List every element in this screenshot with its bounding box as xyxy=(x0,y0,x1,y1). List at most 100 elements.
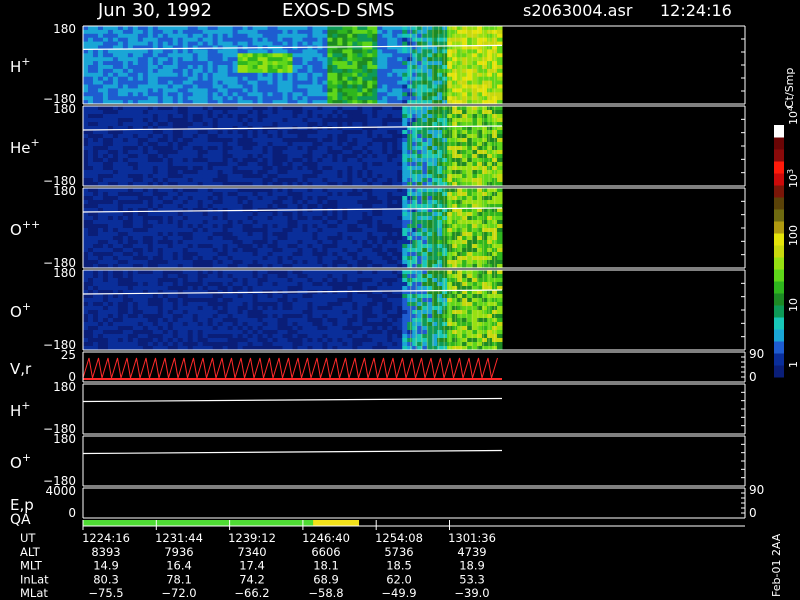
spectrogram-cell xyxy=(132,192,139,197)
spectrogram-cell xyxy=(352,256,358,261)
spectrogram-cell xyxy=(407,76,413,82)
spectrogram-cell xyxy=(147,68,154,74)
spectrogram-cell xyxy=(127,252,134,257)
spectrogram-cell xyxy=(217,248,224,253)
spectrogram-cell xyxy=(197,33,204,39)
spectrogram-cell xyxy=(112,92,119,97)
spectrogram-cell xyxy=(457,256,463,261)
spectrogram-cell xyxy=(357,72,363,78)
spectrogram-cell xyxy=(267,220,274,225)
spectrogram-cell xyxy=(297,41,303,46)
spectrogram-cell xyxy=(102,130,109,135)
spectrogram-cell xyxy=(387,76,393,82)
spectrogram-cell xyxy=(272,130,279,135)
spectrogram-cell xyxy=(102,26,109,31)
spectrogram-cell xyxy=(312,240,318,245)
spectrogram-cell xyxy=(137,80,144,85)
spectrogram-cell xyxy=(382,92,388,97)
spectrogram-cell xyxy=(87,154,94,159)
spectrogram-cell xyxy=(97,84,104,89)
spectrogram-cell xyxy=(367,76,373,82)
spectrogram-cell xyxy=(377,41,383,46)
spectrogram-cell xyxy=(137,57,144,62)
spectrogram-cell xyxy=(152,192,159,197)
spectrogram-cell xyxy=(97,41,104,46)
spectrogram-cell xyxy=(267,178,274,183)
spectrogram-cell xyxy=(497,106,503,111)
spectrogram-cell xyxy=(147,260,154,265)
spectrogram-cell xyxy=(182,76,189,82)
spectrogram-cell xyxy=(362,150,368,155)
spectrogram-cell xyxy=(87,37,94,43)
spectrogram-cell xyxy=(267,118,274,123)
spectrogram-cell xyxy=(322,150,328,155)
spectrogram-cell xyxy=(157,88,164,93)
spectrogram-cell xyxy=(312,53,318,58)
spectrogram-cell xyxy=(237,200,244,205)
spectrogram-cell xyxy=(202,57,209,62)
spectrogram-cell xyxy=(167,106,174,111)
spectrogram-cell xyxy=(272,192,279,197)
spectrogram-cell xyxy=(172,49,179,54)
spectrogram-cell xyxy=(222,88,229,93)
spectrogram-cell xyxy=(237,26,244,31)
spectrogram-cell xyxy=(222,244,229,249)
spectrogram-cell xyxy=(252,26,259,31)
spectrogram-cell xyxy=(322,61,328,66)
spectrogram-cell xyxy=(347,53,353,58)
spectrogram-cell xyxy=(117,244,124,249)
spectrogram-cell xyxy=(92,49,99,54)
spectrogram-cell xyxy=(337,88,343,93)
spectrogram-cell xyxy=(392,188,398,193)
spectrogram-cell xyxy=(132,220,139,225)
spectrogram-cell xyxy=(437,65,443,70)
spectrogram-cell xyxy=(187,192,194,197)
spectrogram-cell xyxy=(402,216,408,221)
spectrogram-cell xyxy=(457,29,463,35)
spectrogram-cell xyxy=(287,29,293,35)
spectrogram-cell xyxy=(357,150,363,155)
spectrogram-cell xyxy=(102,92,109,97)
spectrogram-cell xyxy=(267,57,274,62)
spectrogram-cell xyxy=(187,224,194,229)
spectrogram-cell xyxy=(327,248,333,253)
spectrogram-cell xyxy=(92,76,99,82)
spectrogram-cell xyxy=(247,252,254,257)
spectrogram-cell xyxy=(192,37,199,43)
spectrogram-cell xyxy=(147,110,154,115)
spectrogram-cell xyxy=(387,72,393,78)
spectrogram-cell xyxy=(407,228,413,233)
spectrogram-cell xyxy=(437,216,443,221)
spectrogram-cell xyxy=(367,256,373,261)
spectrogram-cell xyxy=(272,33,279,39)
y-axis-max: 180 xyxy=(53,22,76,36)
spectrogram-cell xyxy=(177,61,184,66)
spectrogram-cell xyxy=(272,150,279,155)
spectrogram-cell xyxy=(132,118,139,123)
spectrogram-cell xyxy=(197,220,204,225)
spectrogram-cell xyxy=(397,188,403,193)
spectrogram-cell xyxy=(222,142,229,147)
spectrogram-cell xyxy=(177,244,184,249)
spectrogram-cell xyxy=(227,154,234,159)
spectrogram-cell xyxy=(202,61,209,66)
spectrogram-cell xyxy=(227,96,234,101)
spectrogram-cell xyxy=(167,154,174,159)
spectrogram-cell xyxy=(192,142,199,147)
spectrogram-cell xyxy=(497,138,503,143)
spectrogram-cell xyxy=(202,232,209,237)
spectrogram-cell xyxy=(117,236,124,241)
spectrogram-cell xyxy=(407,178,413,183)
spectrogram-cell xyxy=(197,166,204,171)
spectrogram-cell xyxy=(97,33,104,39)
spectrogram-cell xyxy=(242,122,249,127)
spectrogram-cell xyxy=(302,80,308,85)
spectrogram-cell xyxy=(457,232,463,237)
spectrogram-cell xyxy=(312,130,318,135)
spectrogram-cell xyxy=(312,166,318,171)
spectrogram-cell xyxy=(362,96,368,101)
spectrogram-cell xyxy=(392,248,398,253)
header-file: s2063004.asr xyxy=(523,1,633,20)
spectrogram-cell xyxy=(387,41,393,46)
spectrogram-cell xyxy=(297,57,303,62)
